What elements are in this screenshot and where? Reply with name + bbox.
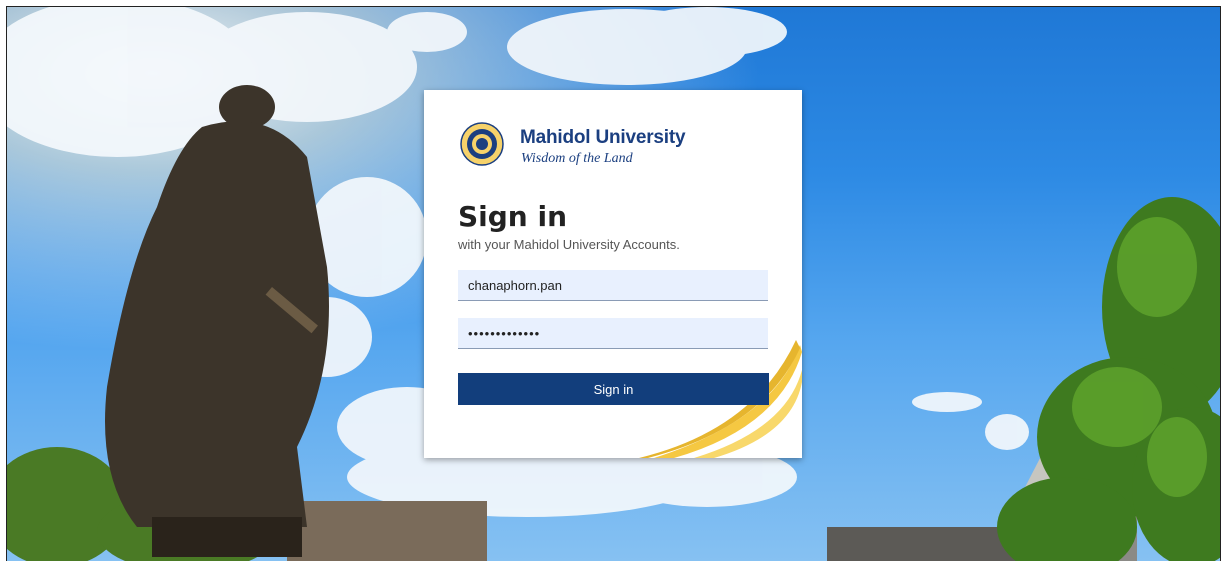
university-seal-icon (460, 122, 504, 166)
username-input[interactable] (458, 270, 768, 301)
brand-tagline: Wisdom of the Land (521, 151, 633, 166)
login-card: Mahidol University Wisdom of the Land Si… (424, 90, 802, 458)
sign-in-button[interactable]: Sign in (458, 373, 769, 405)
page-title: Sign in (458, 200, 568, 233)
page-subtitle: with your Mahidol University Accounts. (458, 237, 680, 252)
login-page: Mahidol University Wisdom of the Land Si… (6, 6, 1221, 561)
brand-name: Mahidol University (520, 127, 686, 148)
password-input[interactable] (458, 318, 768, 349)
